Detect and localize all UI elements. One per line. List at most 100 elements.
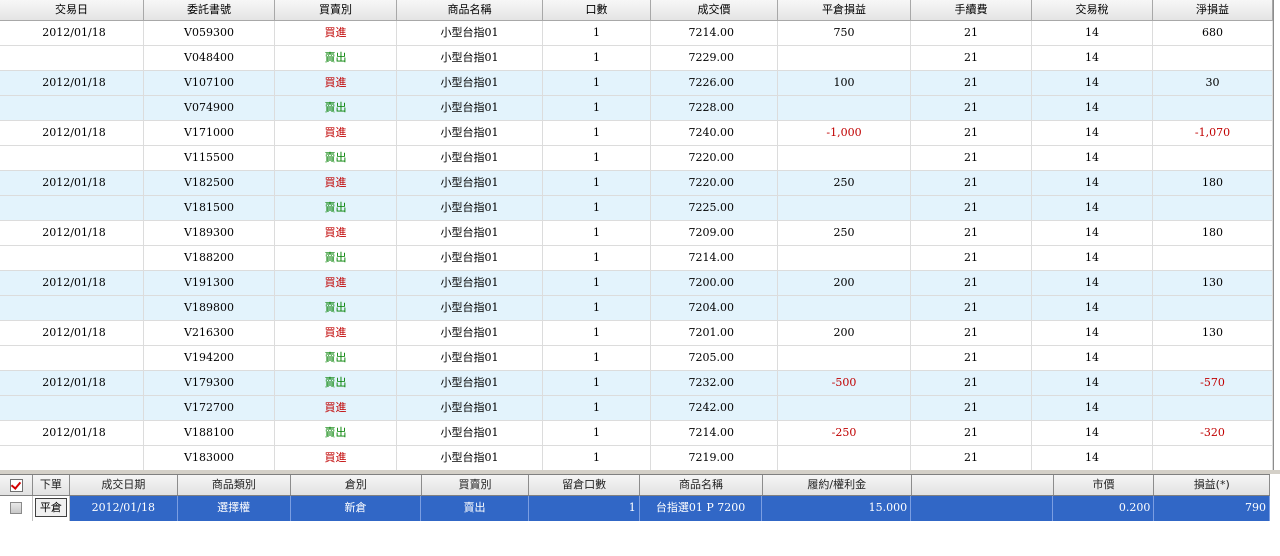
- cell-trade-date: [0, 396, 144, 420]
- cell-order-no: V191300: [144, 271, 275, 295]
- col-header-net-pnl[interactable]: 淨損益: [1153, 0, 1273, 20]
- cell-fill-date: 2012/01/18: [70, 496, 178, 521]
- cell-qty: 1: [543, 246, 651, 270]
- cell-fee: 21: [911, 196, 1032, 220]
- cell-product: 小型台指01: [397, 296, 543, 320]
- cell-order-no: V182500: [144, 171, 275, 195]
- col-header-open-qty[interactable]: 留倉口數: [529, 475, 641, 495]
- cell-product: 小型台指01: [397, 46, 543, 70]
- cell-fee: 21: [911, 121, 1032, 145]
- cell-close-pnl: 100: [778, 71, 911, 95]
- cell-product: 小型台指01: [397, 446, 543, 470]
- cell-price: 7225.00: [651, 196, 778, 220]
- cell-product: 小型台指01: [397, 71, 543, 95]
- cell-qty: 1: [543, 421, 651, 445]
- cell-product: 小型台指01: [397, 96, 543, 120]
- cell-product-name: 台指選01 P 7200: [640, 496, 763, 521]
- close-position-button[interactable]: 平倉: [34, 498, 67, 517]
- cell-order-no: V115500: [144, 146, 275, 170]
- table-row[interactable]: V194200 賣出 小型台指01 1 7205.00 21 14: [0, 346, 1273, 371]
- open-position-row[interactable]: 平倉 2012/01/18 選擇權 新倉 賣出 1 台指選01 P 7200 1…: [0, 496, 1271, 521]
- select-all-checkbox-icon[interactable]: [9, 478, 23, 492]
- cell-qty: 1: [543, 171, 651, 195]
- cell-side: 買進: [275, 121, 397, 145]
- cell-close-pnl: [778, 246, 911, 270]
- col-header-price[interactable]: 成交價: [651, 0, 778, 20]
- col-header-trade-date[interactable]: 交易日: [0, 0, 144, 20]
- cell-qty: 1: [543, 371, 651, 395]
- cell-product: 小型台指01: [397, 396, 543, 420]
- trade-history-body: 2012/01/18 V059300 買進 小型台指01 1 7214.00 750 21 14…: [0, 21, 1273, 471]
- table-row[interactable]: 2012/01/18 V189300 買進 小型台指01 1 7209.00 250 21 14…: [0, 221, 1273, 246]
- col-header-blank[interactable]: [912, 475, 1054, 495]
- cell-tax: 14: [1032, 271, 1153, 295]
- cell-fee: 21: [911, 296, 1032, 320]
- cell-tax: 14: [1032, 346, 1153, 370]
- cell-tax: 14: [1032, 446, 1153, 470]
- cell-tax: 14: [1032, 421, 1153, 445]
- cell-fee: 21: [911, 371, 1032, 395]
- table-row[interactable]: 2012/01/18 V188100 賣出 小型台指01 1 7214.00 -250 21 1…: [0, 421, 1273, 446]
- cell-tax: 14: [1032, 46, 1153, 70]
- col-header-product[interactable]: 商品名稱: [397, 0, 543, 20]
- row-checkbox-icon[interactable]: [10, 502, 23, 514]
- cell-product: 小型台指01: [397, 246, 543, 270]
- col-header-select-all[interactable]: [0, 475, 34, 495]
- col-header-side[interactable]: 買賣別: [422, 475, 530, 495]
- col-header-fill-date[interactable]: 成交日期: [70, 475, 178, 495]
- col-header-category[interactable]: 商品類別: [178, 475, 291, 495]
- cell-close-pnl: 250: [778, 171, 911, 195]
- cell-trade-date: 2012/01/18: [0, 421, 144, 445]
- table-row[interactable]: V181500 賣出 小型台指01 1 7225.00 21 14: [0, 196, 1273, 221]
- col-header-order[interactable]: 下單: [33, 475, 70, 495]
- col-header-position-type[interactable]: 倉別: [291, 475, 422, 495]
- cell-close-pnl: [778, 196, 911, 220]
- col-header-strike-premium[interactable]: 履約/權利金: [763, 475, 912, 495]
- table-row[interactable]: 2012/01/18 V171000 買進 小型台指01 1 7240.00 -1,000 2…: [0, 121, 1273, 146]
- table-row[interactable]: V115500 賣出 小型台指01 1 7220.00 21 14: [0, 146, 1273, 171]
- col-header-pnl[interactable]: 損益(*): [1154, 475, 1270, 495]
- table-row[interactable]: V188200 賣出 小型台指01 1 7214.00 21 14: [0, 246, 1273, 271]
- col-header-order-no[interactable]: 委託書號: [144, 0, 275, 20]
- col-header-side[interactable]: 買賣別: [275, 0, 397, 20]
- table-row[interactable]: 2012/01/18 V107100 買進 小型台指01 1 7226.00 100 21 14…: [0, 71, 1273, 96]
- table-row[interactable]: 2012/01/18 V059300 買進 小型台指01 1 7214.00 750 21 14…: [0, 21, 1273, 46]
- cell-side: 買進: [275, 446, 397, 470]
- cell-qty: 1: [543, 346, 651, 370]
- col-header-product-name[interactable]: 商品名稱: [640, 475, 763, 495]
- cell-qty: 1: [543, 296, 651, 320]
- cell-qty: 1: [543, 71, 651, 95]
- cell-close-pnl: [778, 446, 911, 470]
- cell-side: 賣出: [275, 296, 397, 320]
- table-row[interactable]: 2012/01/18 V191300 買進 小型台指01 1 7200.00 200 21 14…: [0, 271, 1273, 296]
- open-positions-header: 下單 成交日期 商品類別 倉別 買賣別 留倉口數 商品名稱 履約/權利金 市價 …: [0, 475, 1270, 496]
- cell-trade-date: [0, 296, 144, 320]
- table-row[interactable]: V048400 賣出 小型台指01 1 7229.00 21 14: [0, 46, 1273, 71]
- col-header-tax[interactable]: 交易稅: [1032, 0, 1153, 20]
- cell-net-pnl: [1153, 146, 1273, 170]
- table-row[interactable]: V189800 賣出 小型台指01 1 7204.00 21 14: [0, 296, 1273, 321]
- table-row[interactable]: 2012/01/18 V179300 賣出 小型台指01 1 7232.00 -500 21 1…: [0, 371, 1273, 396]
- cell-order-no: V179300: [144, 371, 275, 395]
- table-row[interactable]: V074900 賣出 小型台指01 1 7228.00 21 14: [0, 96, 1273, 121]
- cell-trade-date: 2012/01/18: [0, 21, 144, 45]
- cell-tax: 14: [1032, 21, 1153, 45]
- table-row[interactable]: 2012/01/18 V182500 買進 小型台指01 1 7220.00 250 21 14…: [0, 171, 1273, 196]
- cell-side: 賣出: [275, 146, 397, 170]
- table-row[interactable]: 2012/01/18 V216300 買進 小型台指01 1 7201.00 200 21 14…: [0, 321, 1273, 346]
- cell-price: 7214.00: [651, 246, 778, 270]
- col-header-fee[interactable]: 手續費: [911, 0, 1032, 20]
- table-row[interactable]: V183000 買進 小型台指01 1 7219.00 21 14: [0, 446, 1273, 471]
- cell-product: 小型台指01: [397, 271, 543, 295]
- cell-fee: 21: [911, 171, 1032, 195]
- row-select-cell[interactable]: [0, 496, 34, 521]
- col-header-market-price[interactable]: 市價: [1054, 475, 1155, 495]
- cell-price: 7240.00: [651, 121, 778, 145]
- cell-order-no: V107100: [144, 71, 275, 95]
- col-header-close-pnl[interactable]: 平倉損益: [778, 0, 911, 20]
- cell-order-no: V171000: [144, 121, 275, 145]
- cell-tax: 14: [1032, 171, 1153, 195]
- cell-net-pnl: [1153, 96, 1273, 120]
- col-header-qty[interactable]: 口數: [543, 0, 651, 20]
- table-row[interactable]: V172700 買進 小型台指01 1 7242.00 21 14: [0, 396, 1273, 421]
